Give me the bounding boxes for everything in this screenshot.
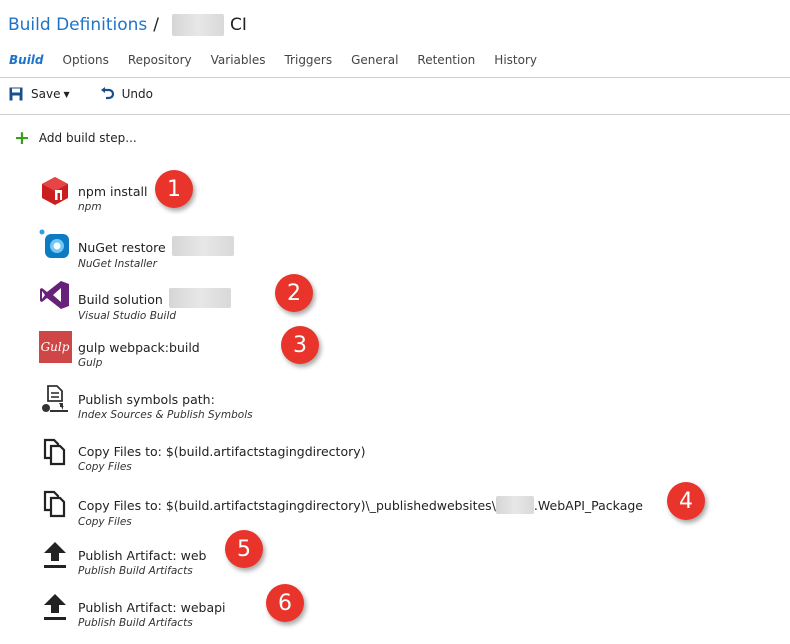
step-title: Build solution	[78, 288, 231, 308]
callout-badge: 3	[281, 326, 319, 364]
build-steps-list: npm install npm 1 NuGet restore NuGet In…	[38, 170, 705, 642]
toolbar-divider	[0, 114, 790, 115]
step-task-type: Publish Build Artifacts	[78, 617, 193, 629]
callout-badge: 5	[225, 530, 263, 568]
copy-files-icon	[38, 486, 72, 520]
step-gulp-webpack-build[interactable]: Gulp gulp webpack:build Gulp 3	[38, 326, 643, 382]
step-task-type: npm	[78, 201, 102, 213]
tab-history[interactable]: History	[494, 53, 537, 67]
nuget-icon	[38, 226, 72, 260]
step-title: Publish Artifact: web	[78, 548, 207, 563]
save-button[interactable]: Save ▼	[9, 87, 70, 101]
publish-symbols-icon	[38, 382, 72, 416]
tab-variables[interactable]: Variables	[211, 53, 266, 67]
tab-bar: Build Options Repository Variables Trigg…	[9, 53, 556, 67]
add-build-step-button[interactable]: + Add build step...	[14, 127, 137, 149]
redacted-name	[172, 14, 224, 36]
step-task-type: Copy Files	[78, 516, 132, 528]
step-title: Publish symbols path:	[78, 392, 215, 407]
step-npm-install[interactable]: npm install npm 1	[38, 170, 643, 226]
add-build-step-label: Add build step...	[38, 131, 137, 145]
tab-divider	[0, 77, 790, 78]
step-publish-artifact-webapi[interactable]: Publish Artifact: webapi Publish Build A…	[38, 584, 643, 642]
copy-files-icon	[38, 434, 72, 468]
visual-studio-icon	[38, 278, 72, 312]
breadcrumb-build-definitions-link[interactable]: Build Definitions	[8, 15, 147, 35]
tab-retention[interactable]: Retention	[417, 53, 475, 67]
step-title: npm install	[78, 184, 148, 199]
step-task-type: Copy Files	[78, 461, 132, 473]
step-copy-files-webapi[interactable]: Copy Files to: $(build.artifactstagingdi…	[38, 482, 705, 538]
callout-badge: 2	[275, 274, 313, 312]
redacted-text	[171, 236, 234, 256]
definition-name: CI	[230, 15, 247, 35]
undo-button[interactable]: Undo	[100, 87, 153, 101]
step-title: Copy Files to: $(build.artifactstagingdi…	[78, 444, 366, 459]
undo-icon	[100, 87, 114, 101]
step-nuget-restore[interactable]: NuGet restore NuGet Installer	[38, 226, 643, 278]
undo-label: Undo	[121, 87, 153, 101]
tab-repository[interactable]: Repository	[128, 53, 192, 67]
step-copy-files[interactable]: Copy Files to: $(build.artifactstagingdi…	[38, 434, 643, 486]
step-title: gulp webpack:build	[78, 340, 200, 355]
step-publish-artifact-web[interactable]: Publish Artifact: web Publish Build Arti…	[38, 530, 643, 590]
step-build-solution[interactable]: Build solution Visual Studio Build 2	[38, 274, 643, 330]
step-task-type: Index Sources & Publish Symbols	[78, 409, 253, 421]
step-task-type: Gulp	[78, 357, 103, 369]
tab-triggers[interactable]: Triggers	[284, 53, 332, 67]
step-task-type: Visual Studio Build	[78, 310, 177, 322]
tab-options[interactable]: Options	[63, 53, 109, 67]
step-title: NuGet restore	[78, 236, 234, 256]
upload-icon	[38, 590, 72, 624]
save-label: Save	[31, 87, 61, 101]
breadcrumb: Build Definitions / CI	[8, 14, 247, 36]
tab-build[interactable]: Build	[9, 53, 44, 67]
toolbar: Save ▼ Undo	[9, 87, 153, 101]
gulp-icon: Gulp	[38, 330, 72, 364]
step-task-type: NuGet Installer	[78, 258, 157, 270]
upload-icon	[38, 538, 72, 572]
chevron-down-icon: ▼	[63, 89, 70, 99]
floppy-disk-icon	[9, 87, 23, 101]
redacted-text	[495, 496, 534, 514]
step-publish-symbols[interactable]: Publish symbols path: Index Sources & Pu…	[38, 382, 643, 434]
callout-badge: 1	[155, 170, 193, 208]
breadcrumb-separator: /	[153, 15, 159, 35]
plus-icon: +	[14, 127, 30, 149]
npm-icon	[38, 174, 72, 208]
step-title: Publish Artifact: webapi	[78, 600, 226, 615]
tab-general[interactable]: General	[351, 53, 398, 67]
callout-badge: 4	[667, 482, 705, 520]
step-task-type: Publish Build Artifacts	[78, 565, 193, 577]
redacted-text	[168, 288, 231, 308]
callout-badge: 6	[266, 584, 304, 622]
step-title: Copy Files to: $(build.artifactstagingdi…	[78, 496, 643, 514]
